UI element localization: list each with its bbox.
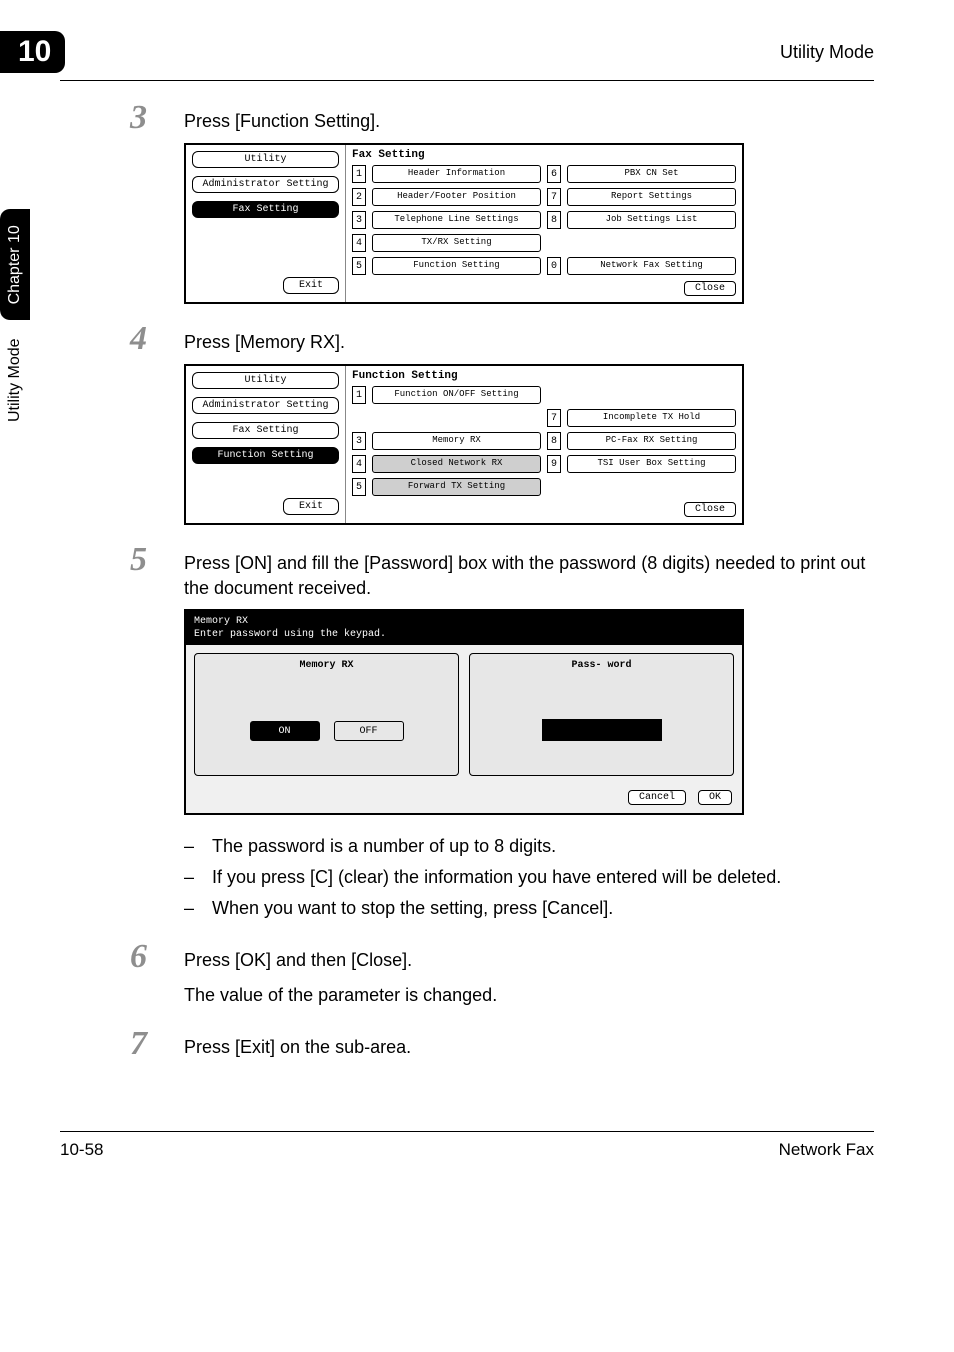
opt-num-5: 5: [352, 257, 366, 275]
exit-button[interactable]: Exit: [283, 277, 339, 294]
step-7-number: 7: [130, 1027, 184, 1061]
side-tab-title: Utility Mode: [0, 320, 30, 440]
opt-num-2: 2: [352, 188, 366, 206]
step-6-number: 6: [130, 940, 184, 974]
breadcrumb-utility[interactable]: Utility: [192, 151, 339, 168]
opt-num-1: 1: [352, 386, 366, 404]
opt-num-0: 0: [547, 257, 561, 275]
side-tab: Utility Mode Chapter 10: [0, 209, 30, 440]
bullet-1: The password is a number of up to 8 digi…: [212, 833, 556, 860]
opt-forward-tx-setting[interactable]: Forward TX Setting: [372, 478, 541, 496]
fax-setting-panel: Utility Administrator Setting Fax Settin…: [184, 143, 744, 304]
memory-rx-panel: Memory RX Enter password using the keypa…: [184, 609, 744, 815]
bullet-3: When you want to stop the setting, press…: [212, 895, 613, 922]
bullet-2: If you press [C] (clear) the information…: [212, 864, 781, 891]
step-6: 6 Press [OK] and then [Close].: [130, 940, 874, 974]
function-setting-panel: Utility Administrator Setting Fax Settin…: [184, 364, 744, 525]
step-4-text: Press [Memory RX].: [184, 322, 345, 355]
step-6-text: Press [OK] and then [Close].: [184, 940, 412, 973]
memory-rx-label: Memory RX: [201, 660, 452, 671]
panel-title: Fax Setting: [352, 149, 736, 161]
opt-job-settings-list[interactable]: Job Settings List: [567, 211, 736, 229]
opt-num-3: 3: [352, 432, 366, 450]
step-4-number: 4: [130, 322, 184, 356]
chapter-number-tab: 10: [0, 31, 65, 73]
step-4: 4 Press [Memory RX].: [130, 322, 874, 356]
opt-num-8: 8: [547, 432, 561, 450]
opt-tsi-user-box-setting[interactable]: TSI User Box Setting: [567, 455, 736, 473]
opt-num-4: 4: [352, 234, 366, 252]
memory-rx-box: Memory RX ON OFF: [194, 653, 459, 776]
opt-num-4: 4: [352, 455, 366, 473]
opt-num-8: 8: [547, 211, 561, 229]
step-5: 5 Press [ON] and fill the [Password] box…: [130, 543, 874, 601]
step-6-sub: The value of the parameter is changed.: [184, 982, 874, 1009]
footer-section: Network Fax: [779, 1140, 874, 1160]
breadcrumb-admin-setting[interactable]: Administrator Setting: [192, 397, 339, 414]
opt-pbx-cn-set[interactable]: PBX CN Set: [567, 165, 736, 183]
close-button[interactable]: Close: [684, 281, 736, 296]
header-section-title: Utility Mode: [780, 42, 874, 63]
opt-report-settings[interactable]: Report Settings: [567, 188, 736, 206]
step-5-text: Press [ON] and fill the [Password] box w…: [184, 543, 874, 601]
panel-dark-header: Memory RX Enter password using the keypa…: [186, 611, 742, 645]
opt-tx-rx-setting[interactable]: TX/RX Setting: [372, 234, 541, 252]
password-box: Pass- word: [469, 653, 734, 776]
panel-title: Function Setting: [352, 370, 736, 382]
step-7-text: Press [Exit] on the sub-area.: [184, 1027, 411, 1060]
page-footer: 10-58 Network Fax: [60, 1131, 874, 1160]
cancel-button[interactable]: Cancel: [628, 790, 686, 805]
opt-memory-rx[interactable]: Memory RX: [372, 432, 541, 450]
breadcrumb-utility[interactable]: Utility: [192, 372, 339, 389]
header-divider: [60, 80, 874, 81]
opt-num-7: 7: [547, 409, 561, 427]
step-5-bullets: –The password is a number of up to 8 dig…: [184, 833, 874, 922]
close-button[interactable]: Close: [684, 502, 736, 517]
breadcrumb-fax-setting[interactable]: Fax Setting: [192, 201, 339, 218]
on-button[interactable]: ON: [250, 721, 320, 741]
exit-button[interactable]: Exit: [283, 498, 339, 515]
ok-button[interactable]: OK: [698, 790, 732, 805]
opt-function-on-off[interactable]: Function ON/OFF Setting: [372, 386, 541, 404]
step-7: 7 Press [Exit] on the sub-area.: [130, 1027, 874, 1061]
opt-header-information[interactable]: Header Information: [372, 165, 541, 183]
off-button[interactable]: OFF: [334, 721, 404, 741]
opt-num-1: 1: [352, 165, 366, 183]
opt-function-setting[interactable]: Function Setting: [372, 257, 541, 275]
breadcrumb-function-setting[interactable]: Function Setting: [192, 447, 339, 464]
memory-rx-title: Memory RX: [194, 615, 734, 628]
step-3: 3 Press [Function Setting].: [130, 101, 874, 135]
breadcrumb-fax-setting[interactable]: Fax Setting: [192, 422, 339, 439]
opt-incomplete-tx-hold[interactable]: Incomplete TX Hold: [567, 409, 736, 427]
opt-num-9: 9: [547, 455, 561, 473]
footer-page-number: 10-58: [60, 1140, 103, 1160]
step-3-number: 3: [130, 101, 184, 135]
opt-header-footer-position[interactable]: Header/Footer Position: [372, 188, 541, 206]
password-label: Pass- word: [476, 660, 727, 671]
opt-num-3: 3: [352, 211, 366, 229]
step-3-text: Press [Function Setting].: [184, 101, 380, 134]
opt-num-5: 5: [352, 478, 366, 496]
opt-closed-network-rx[interactable]: Closed Network RX: [372, 455, 541, 473]
opt-num-6: 6: [547, 165, 561, 183]
opt-network-fax-setting[interactable]: Network Fax Setting: [567, 257, 736, 275]
memory-rx-subtitle: Enter password using the keypad.: [194, 628, 734, 641]
page-header: 10 Utility Mode: [60, 28, 874, 76]
password-input[interactable]: [542, 719, 662, 741]
breadcrumb-admin-setting[interactable]: Administrator Setting: [192, 176, 339, 193]
side-tab-chapter: Chapter 10: [0, 209, 30, 320]
opt-pc-fax-rx-setting[interactable]: PC-Fax RX Setting: [567, 432, 736, 450]
step-5-number: 5: [130, 543, 184, 577]
opt-num-7: 7: [547, 188, 561, 206]
opt-telephone-line-settings[interactable]: Telephone Line Settings: [372, 211, 541, 229]
